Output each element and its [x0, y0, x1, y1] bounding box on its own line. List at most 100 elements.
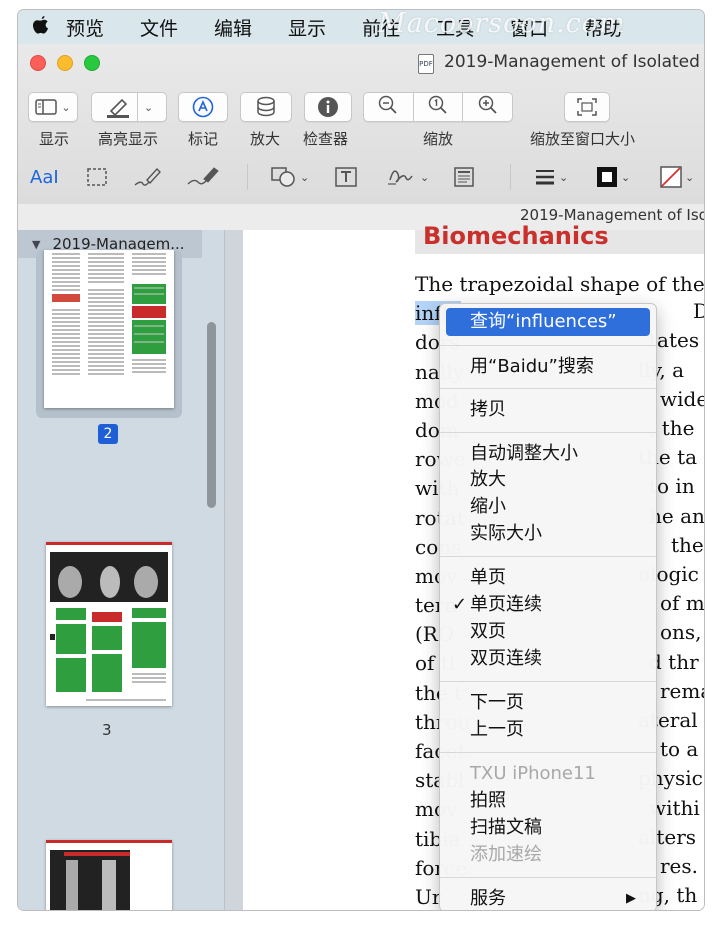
context-menu: 查询“influences” 用“Baidu”搜索 拷贝自动调整大小 放大缩小 实际大小… — [439, 303, 657, 910]
inspector-label: 检查器 — [303, 130, 349, 148]
text-fragment: to a — [660, 737, 699, 762]
text-fragment: , the — [649, 416, 695, 440]
text-box-icon — [335, 167, 357, 187]
text-fragment: the — [671, 532, 704, 557]
menu-item-label: 扫描文稿 — [470, 817, 542, 838]
actual-size-icon — [428, 95, 447, 114]
context-menu-item[interactable]: 拍照 — [446, 787, 650, 815]
context-menu-item[interactable]: 上一页 — [446, 716, 650, 744]
zoom-tool-button[interactable] — [240, 92, 292, 122]
dashed-rectangle-icon — [87, 168, 107, 186]
zoom-window-button[interactable] — [84, 55, 100, 71]
apple-menu-icon[interactable] — [18, 15, 64, 40]
chevron-down-icon: ⌄ — [559, 170, 569, 184]
menu-item-label: 自动调整大小 — [470, 443, 578, 464]
context-menu-item[interactable]: 双页连续 — [446, 645, 650, 673]
menu-item-label: 下一页 — [470, 692, 524, 713]
text-box-tool[interactable] — [334, 164, 358, 190]
context-menu-item[interactable]: 自动调整大小 — [446, 440, 650, 468]
thumbnail-page-4[interactable] — [46, 840, 172, 910]
pdf-document-icon: PDF — [418, 54, 434, 74]
menu-edit[interactable]: 编辑 — [214, 14, 252, 41]
checkmark-icon: ✓ — [452, 594, 468, 615]
menu-item-label: 拍照 — [470, 790, 506, 811]
signature-tool[interactable]: ⌄ — [384, 164, 429, 190]
minimize-window-button[interactable] — [57, 55, 73, 71]
zoom-label: 缩放 — [423, 130, 454, 148]
chevron-down-icon: ⌄ — [300, 170, 310, 184]
disclosure-triangle-icon[interactable]: ▼ — [32, 238, 40, 251]
text-selection-tool[interactable]: AaI — [30, 164, 59, 190]
menu-separator — [440, 877, 656, 878]
sidebar-scrollbar[interactable] — [207, 322, 216, 508]
highlight-button[interactable]: ⌄ — [91, 92, 167, 122]
menu-item-label: 服务 — [470, 888, 506, 909]
menu-separator — [440, 388, 656, 389]
context-menu-item[interactable]: 实际大小 — [446, 520, 650, 548]
chevron-down-icon: ⌄ — [621, 170, 631, 184]
context-menu-item[interactable]: 服务 ▶ — [446, 885, 650, 910]
context-menu-item[interactable]: 下一页 — [446, 689, 650, 717]
close-window-button[interactable] — [30, 55, 46, 71]
context-menu-item[interactable]: 放大 — [446, 466, 650, 494]
text-run: The trapezoidal shape of the — [415, 272, 704, 296]
markup-pen-icon — [192, 96, 214, 118]
text-fragment: ons, — [660, 620, 702, 645]
menu-file[interactable]: 文件 — [140, 14, 178, 41]
fit-window-label: 缩放至窗口大小 — [530, 130, 636, 148]
thumbnail-page-2[interactable] — [44, 250, 174, 408]
context-menu-item[interactable]: 缩小 — [446, 493, 650, 521]
cylinder-icon — [257, 96, 275, 117]
menu-preview[interactable]: 预览 — [66, 14, 104, 41]
zoom-tool-label: 放大 — [250, 130, 281, 148]
text-fragment: of m — [660, 591, 704, 616]
line-style-tool[interactable]: ⌄ — [534, 164, 568, 190]
actual-size-button[interactable] — [414, 95, 463, 119]
zoom-in-button[interactable] — [463, 95, 512, 119]
sketch-tool[interactable] — [133, 164, 163, 190]
context-menu-item[interactable]: 单页 — [446, 564, 650, 592]
context-menu-item[interactable]: ✓ 单页连续 — [446, 591, 650, 619]
text-fragment: D — [693, 299, 704, 324]
shapes-tool[interactable]: ⌄ — [270, 164, 309, 190]
note-tool[interactable] — [453, 164, 475, 190]
menu-item-label: 单页连续 — [470, 594, 542, 615]
note-icon — [454, 167, 474, 187]
menu-item-label: TXU iPhone11 — [470, 763, 596, 784]
text-fragment: rema — [660, 678, 704, 703]
page-3-preview — [46, 542, 172, 701]
text-line[interactable]: The trapezoidal shape of the — [415, 270, 704, 299]
text-fragment: d thr — [649, 649, 699, 674]
menu-item-label: 双页连续 — [470, 648, 542, 669]
text-fragment: he an — [649, 503, 704, 528]
menu-item-label: 放大 — [470, 469, 506, 490]
draw-tool[interactable] — [186, 164, 220, 190]
zoom-out-icon — [379, 95, 397, 114]
title-toolbar: PDF 2019-Management of Isolated ⌄ ⌄ 显示 高… — [18, 44, 704, 205]
context-menu-item[interactable]: 双页 — [446, 618, 650, 646]
window-title: 2019-Management of Isolated — [444, 52, 700, 72]
context-menu-item[interactable]: 拷贝 — [446, 396, 650, 424]
thumbnail-page-3[interactable] — [46, 542, 172, 706]
menu-separator — [440, 345, 656, 346]
chevron-down-icon: ⌄ — [420, 170, 430, 184]
menu-view[interactable]: 显示 — [288, 14, 326, 41]
page-2-preview — [52, 253, 166, 375]
context-menu-item[interactable]: 扫描文稿 — [446, 814, 650, 842]
border-color-tool[interactable]: ⌄ — [596, 164, 630, 190]
markup-button[interactable] — [178, 92, 228, 122]
page-number-badge: 2 — [98, 424, 118, 444]
signature-icon — [388, 170, 413, 185]
context-menu-item[interactable]: 用“Baidu”搜索 — [446, 353, 650, 381]
sidebar-icon — [35, 99, 58, 115]
zoom-out-button[interactable] — [364, 95, 413, 119]
inspector-button[interactable] — [304, 92, 352, 122]
context-menu-item[interactable]: 查询“influences” — [446, 308, 650, 336]
fill-color-tool[interactable]: ⌄ — [660, 164, 694, 190]
fit-window-button[interactable] — [564, 92, 610, 122]
fill-color-icon — [660, 166, 682, 188]
text-fragment: wide — [660, 386, 704, 411]
text-run: Ur — [415, 884, 442, 909]
rect-selection-tool[interactable] — [86, 164, 108, 190]
sidebar-view-button[interactable]: ⌄ — [28, 92, 78, 122]
